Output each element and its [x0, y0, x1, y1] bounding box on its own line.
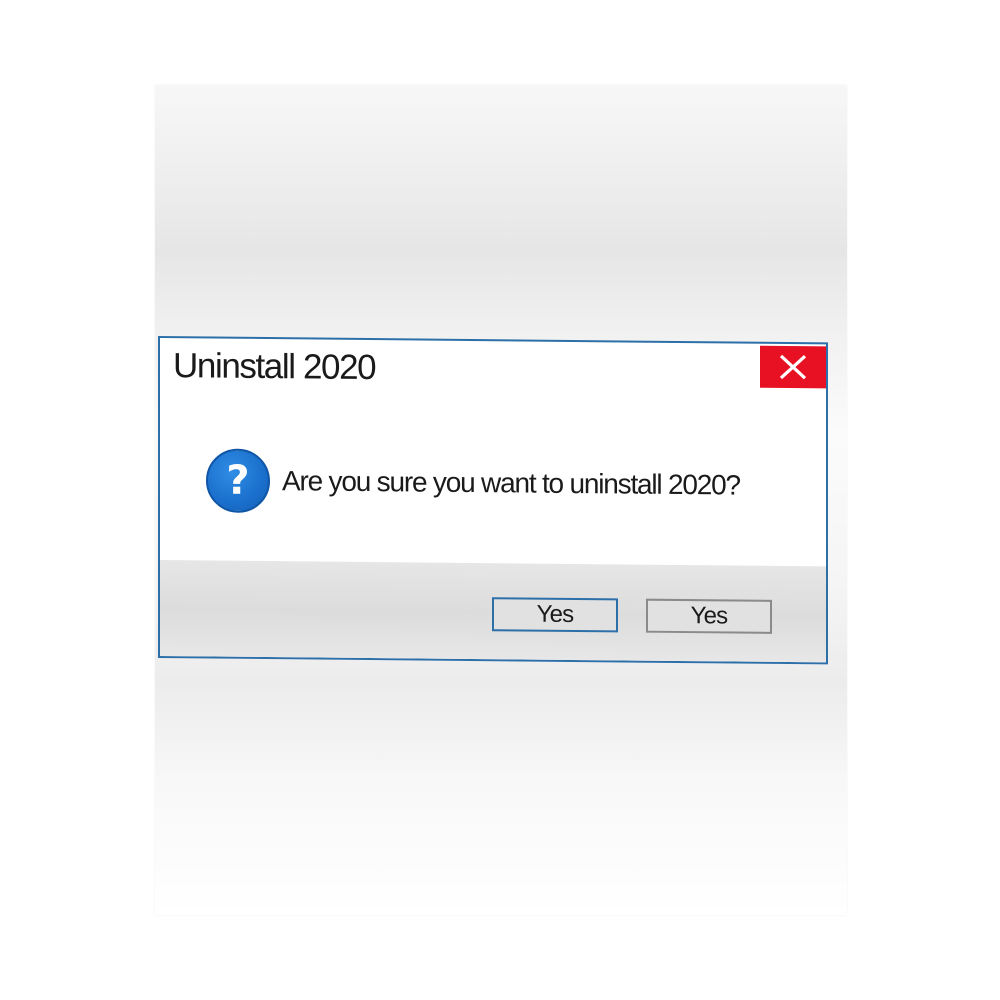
dialog-message: Are you sure you want to uninstall 2020?: [282, 465, 740, 501]
button-bar: Yes Yes: [160, 560, 826, 665]
yes-button-primary[interactable]: Yes: [492, 597, 618, 633]
message-row: ? Are you sure you want to uninstall 202…: [206, 448, 740, 517]
close-button[interactable]: [760, 345, 826, 389]
uninstall-dialog: Uninstall 2020 ? Are you sure you want t…: [158, 336, 828, 665]
close-icon: [779, 354, 807, 380]
question-icon: ?: [206, 448, 270, 514]
yes-button-secondary[interactable]: Yes: [646, 598, 772, 634]
dialog-title: Uninstall 2020: [173, 346, 376, 388]
